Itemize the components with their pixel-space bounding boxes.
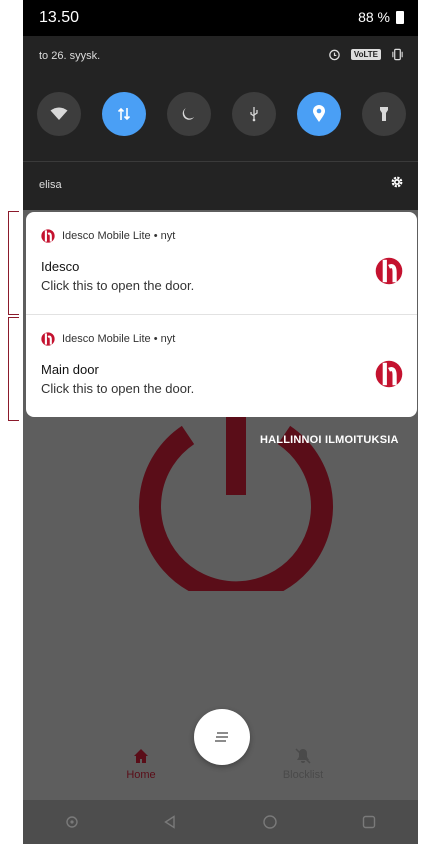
volte-icon: VoLTE xyxy=(350,49,381,60)
home-circle-icon[interactable] xyxy=(262,814,278,830)
notification-title: Main door xyxy=(41,362,99,377)
qs-dnd-tile[interactable] xyxy=(167,92,211,136)
power-icon[interactable] xyxy=(128,395,344,591)
qs-location-tile[interactable] xyxy=(297,92,341,136)
notification-header: Idesco Mobile Lite • nyt xyxy=(41,229,175,243)
flashlight-icon xyxy=(380,107,388,121)
clock: 13.50 xyxy=(39,9,80,26)
notification-app: Idesco Mobile Lite xyxy=(62,230,151,242)
shade-header: to 26. syysk. VoLTE xyxy=(23,36,418,80)
menu-fab-button[interactable] xyxy=(194,709,250,765)
notification-item[interactable]: Idesco Mobile Lite • nyt Main door Click… xyxy=(26,315,417,417)
menu-lines-icon xyxy=(215,732,228,742)
battery-icon xyxy=(396,10,404,24)
alarm-icon xyxy=(329,49,340,61)
notification-body: Click this to open the door. xyxy=(41,278,195,293)
vibrate-icon xyxy=(392,48,403,61)
status-bar: 13.50 88 % xyxy=(23,0,418,36)
idesco-logo-icon xyxy=(41,229,55,243)
notification-time: nyt xyxy=(160,230,176,242)
gear-icon xyxy=(391,176,403,188)
phone-screen: 13.50 88 % to 26. syysk. VoLTE elisa HAL… xyxy=(23,0,418,844)
shade-status-icons: VoLTE xyxy=(328,48,404,61)
back-icon[interactable] xyxy=(163,815,177,829)
battery-percent: 88 % xyxy=(358,9,390,25)
qs-flashlight-tile[interactable] xyxy=(362,92,406,136)
annotation-bracket-1 xyxy=(8,211,19,315)
usb-icon xyxy=(250,107,258,122)
notification-group: Idesco Mobile Lite • nyt Idesco Click th… xyxy=(26,212,417,417)
nav-blocklist[interactable]: Blocklist xyxy=(243,748,363,781)
carrier-row: elisa xyxy=(23,162,418,208)
location-icon xyxy=(313,105,325,122)
home-icon xyxy=(134,749,148,763)
notification-body: Click this to open the door. xyxy=(41,381,195,396)
notification-app: Idesco Mobile Lite xyxy=(62,333,151,345)
qs-usb-tile[interactable] xyxy=(232,92,276,136)
system-navigation-bar xyxy=(23,800,418,844)
nav-blocklist-label: Blocklist xyxy=(282,769,324,781)
idesco-logo-large-icon xyxy=(375,257,403,285)
nav-home-label: Home xyxy=(126,769,156,781)
shade-date: to 26. syysk. xyxy=(39,50,101,62)
notification-item[interactable]: Idesco Mobile Lite • nyt Idesco Click th… xyxy=(26,212,417,315)
wifi-icon xyxy=(50,107,68,120)
battery-status: 88 % xyxy=(358,9,404,25)
annotation-bracket-2 xyxy=(8,317,19,421)
notification-header: Idesco Mobile Lite • nyt xyxy=(41,332,175,346)
recents-icon[interactable] xyxy=(362,815,376,829)
qs-mobile-data-tile[interactable] xyxy=(102,92,146,136)
idesco-logo-icon xyxy=(41,332,55,346)
moon-icon xyxy=(182,108,194,120)
assistant-icon[interactable] xyxy=(65,815,79,829)
carrier-name: elisa xyxy=(39,179,62,191)
nav-home[interactable]: Home xyxy=(81,748,201,781)
notification-time: nyt xyxy=(160,333,176,345)
notification-title: Idesco xyxy=(41,259,80,274)
qs-wifi-tile[interactable] xyxy=(37,92,81,136)
quick-settings xyxy=(23,92,418,144)
mobile-data-icon xyxy=(117,107,131,121)
settings-button[interactable] xyxy=(390,175,404,194)
manage-notifications-button[interactable]: HALLINNOI ILMOITUKSIA xyxy=(260,434,399,446)
idesco-logo-large-icon xyxy=(375,360,403,388)
bell-off-icon xyxy=(295,748,311,764)
